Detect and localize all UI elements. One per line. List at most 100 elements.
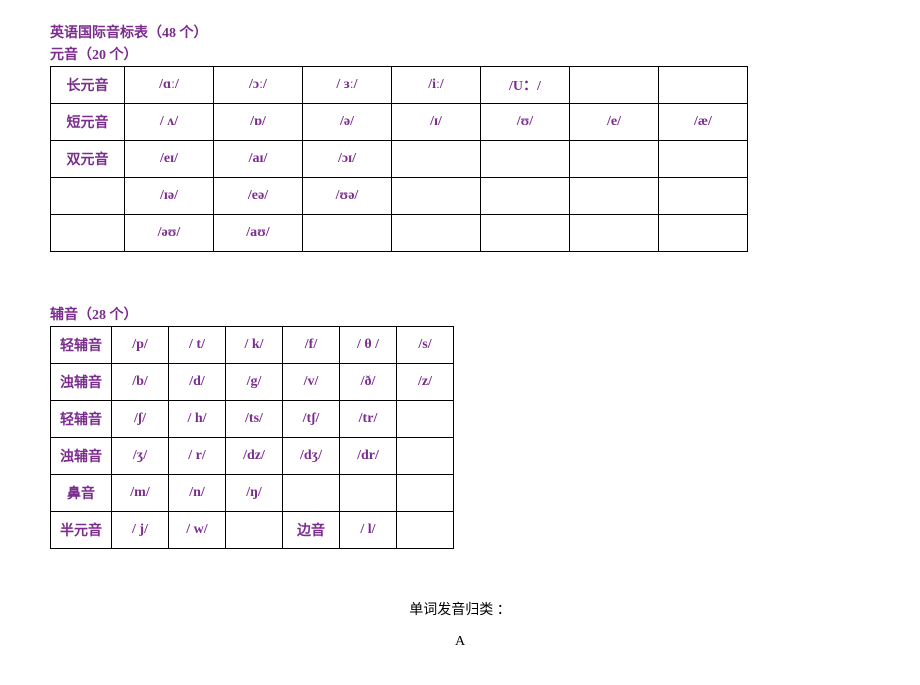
cell: /f/ xyxy=(283,327,340,364)
cell: /tr/ xyxy=(340,401,397,438)
cell: 边音 xyxy=(283,512,340,549)
cell: /ɒ/ xyxy=(214,104,303,141)
cell: / j/ xyxy=(112,512,169,549)
cell: /ɔː/ xyxy=(214,67,303,104)
cell xyxy=(570,178,659,215)
cell: /m/ xyxy=(112,475,169,512)
cell xyxy=(659,215,748,252)
cell: /p/ xyxy=(112,327,169,364)
footer-section: 单词发音归类 ： A xyxy=(50,599,870,650)
cell: /s/ xyxy=(397,327,454,364)
cell xyxy=(659,141,748,178)
row-label: 短元音 xyxy=(51,104,125,141)
cell: /ə/ xyxy=(303,104,392,141)
cell: /dr/ xyxy=(340,438,397,475)
cell: /aʊ/ xyxy=(214,215,303,252)
row-label: 轻辅音 xyxy=(51,327,112,364)
cell: /æ/ xyxy=(659,104,748,141)
cell: /aɪ/ xyxy=(214,141,303,178)
cell: /ʒ/ xyxy=(112,438,169,475)
cell: /d/ xyxy=(169,364,226,401)
cell: / ɜː/ xyxy=(303,67,392,104)
cell xyxy=(392,215,481,252)
cell: /ʊ/ xyxy=(481,104,570,141)
cell: / l/ xyxy=(340,512,397,549)
cell xyxy=(659,178,748,215)
cell: / r/ xyxy=(169,438,226,475)
row-label: 双元音 xyxy=(51,141,125,178)
cell: /dʒ/ xyxy=(283,438,340,475)
cell: /v/ xyxy=(283,364,340,401)
row-label: 浊辅音 xyxy=(51,438,112,475)
cell: / ʌ/ xyxy=(125,104,214,141)
cell: / h/ xyxy=(169,401,226,438)
cell: /ts/ xyxy=(226,401,283,438)
table-row: 长元音 /ɑː/ /ɔː/ / ɜː/ /iː/ /U：/ xyxy=(51,67,748,104)
cell xyxy=(397,401,454,438)
table-row: 鼻音 /m/ /n/ /ŋ/ xyxy=(51,475,454,512)
consonants-subtitle: 辅音（28 个） xyxy=(50,304,870,324)
row-label xyxy=(51,178,125,215)
table-row: 短元音 / ʌ/ /ɒ/ /ə/ /ɪ/ /ʊ/ /e/ /æ/ xyxy=(51,104,748,141)
table-row: /ɪə/ /eə/ /ʊə/ xyxy=(51,178,748,215)
vowels-subtitle: 元音（20 个） xyxy=(50,44,870,64)
cell: / t/ xyxy=(169,327,226,364)
row-label: 轻辅音 xyxy=(51,401,112,438)
table-row: 双元音 /eɪ/ /aɪ/ /ɔɪ/ xyxy=(51,141,748,178)
cell: /z/ xyxy=(397,364,454,401)
cell xyxy=(481,215,570,252)
cell xyxy=(397,438,454,475)
row-label: 长元音 xyxy=(51,67,125,104)
row-label: 浊辅音 xyxy=(51,364,112,401)
cell: /ʃ/ xyxy=(112,401,169,438)
cell: /iː/ xyxy=(392,67,481,104)
table-row: 轻辅音 /p/ / t/ / k/ /f/ / θ / /s/ xyxy=(51,327,454,364)
cell xyxy=(303,215,392,252)
row-label: 半元音 xyxy=(51,512,112,549)
cell: /tʃ/ xyxy=(283,401,340,438)
cell: /eɪ/ xyxy=(125,141,214,178)
cell: /eə/ xyxy=(214,178,303,215)
cell: /b/ xyxy=(112,364,169,401)
row-label: 鼻音 xyxy=(51,475,112,512)
cell xyxy=(392,178,481,215)
cell: /ʊə/ xyxy=(303,178,392,215)
cell: / k/ xyxy=(226,327,283,364)
cell xyxy=(570,215,659,252)
table-row: /əʊ/ /aʊ/ xyxy=(51,215,748,252)
footer-line-2: A xyxy=(50,634,870,650)
main-title: 英语国际音标表（48 个） xyxy=(50,22,870,42)
cell: /ɪ/ xyxy=(392,104,481,141)
table-row: 半元音 / j/ / w/ 边音 / l/ xyxy=(51,512,454,549)
cell xyxy=(283,475,340,512)
cell: /g/ xyxy=(226,364,283,401)
cell: /dz/ xyxy=(226,438,283,475)
cell: /U：/ xyxy=(481,67,570,104)
cell: /ð/ xyxy=(340,364,397,401)
cell: /e/ xyxy=(570,104,659,141)
consonant-table: 轻辅音 /p/ / t/ / k/ /f/ / θ / /s/ 浊辅音 /b/ … xyxy=(50,326,454,549)
cell xyxy=(570,141,659,178)
cell: /ɑː/ xyxy=(125,67,214,104)
table-row: 浊辅音 /ʒ/ / r/ /dz/ /dʒ/ /dr/ xyxy=(51,438,454,475)
cell xyxy=(397,475,454,512)
cell: / w/ xyxy=(169,512,226,549)
cell: /n/ xyxy=(169,475,226,512)
cell: /ɔɪ/ xyxy=(303,141,392,178)
cell: / θ / xyxy=(340,327,397,364)
cell xyxy=(481,141,570,178)
row-label xyxy=(51,215,125,252)
vowel-table: 长元音 /ɑː/ /ɔː/ / ɜː/ /iː/ /U：/ 短元音 / ʌ/ /… xyxy=(50,66,748,252)
cell xyxy=(340,475,397,512)
cell xyxy=(659,67,748,104)
cell xyxy=(397,512,454,549)
cell xyxy=(226,512,283,549)
cell: /əʊ/ xyxy=(125,215,214,252)
cell xyxy=(392,141,481,178)
footer-line-1: 单词发音归类 ： xyxy=(50,599,870,619)
table-row: 浊辅音 /b/ /d/ /g/ /v/ /ð/ /z/ xyxy=(51,364,454,401)
cell xyxy=(481,178,570,215)
cell: /ɪə/ xyxy=(125,178,214,215)
cell: /ŋ/ xyxy=(226,475,283,512)
cell xyxy=(570,67,659,104)
